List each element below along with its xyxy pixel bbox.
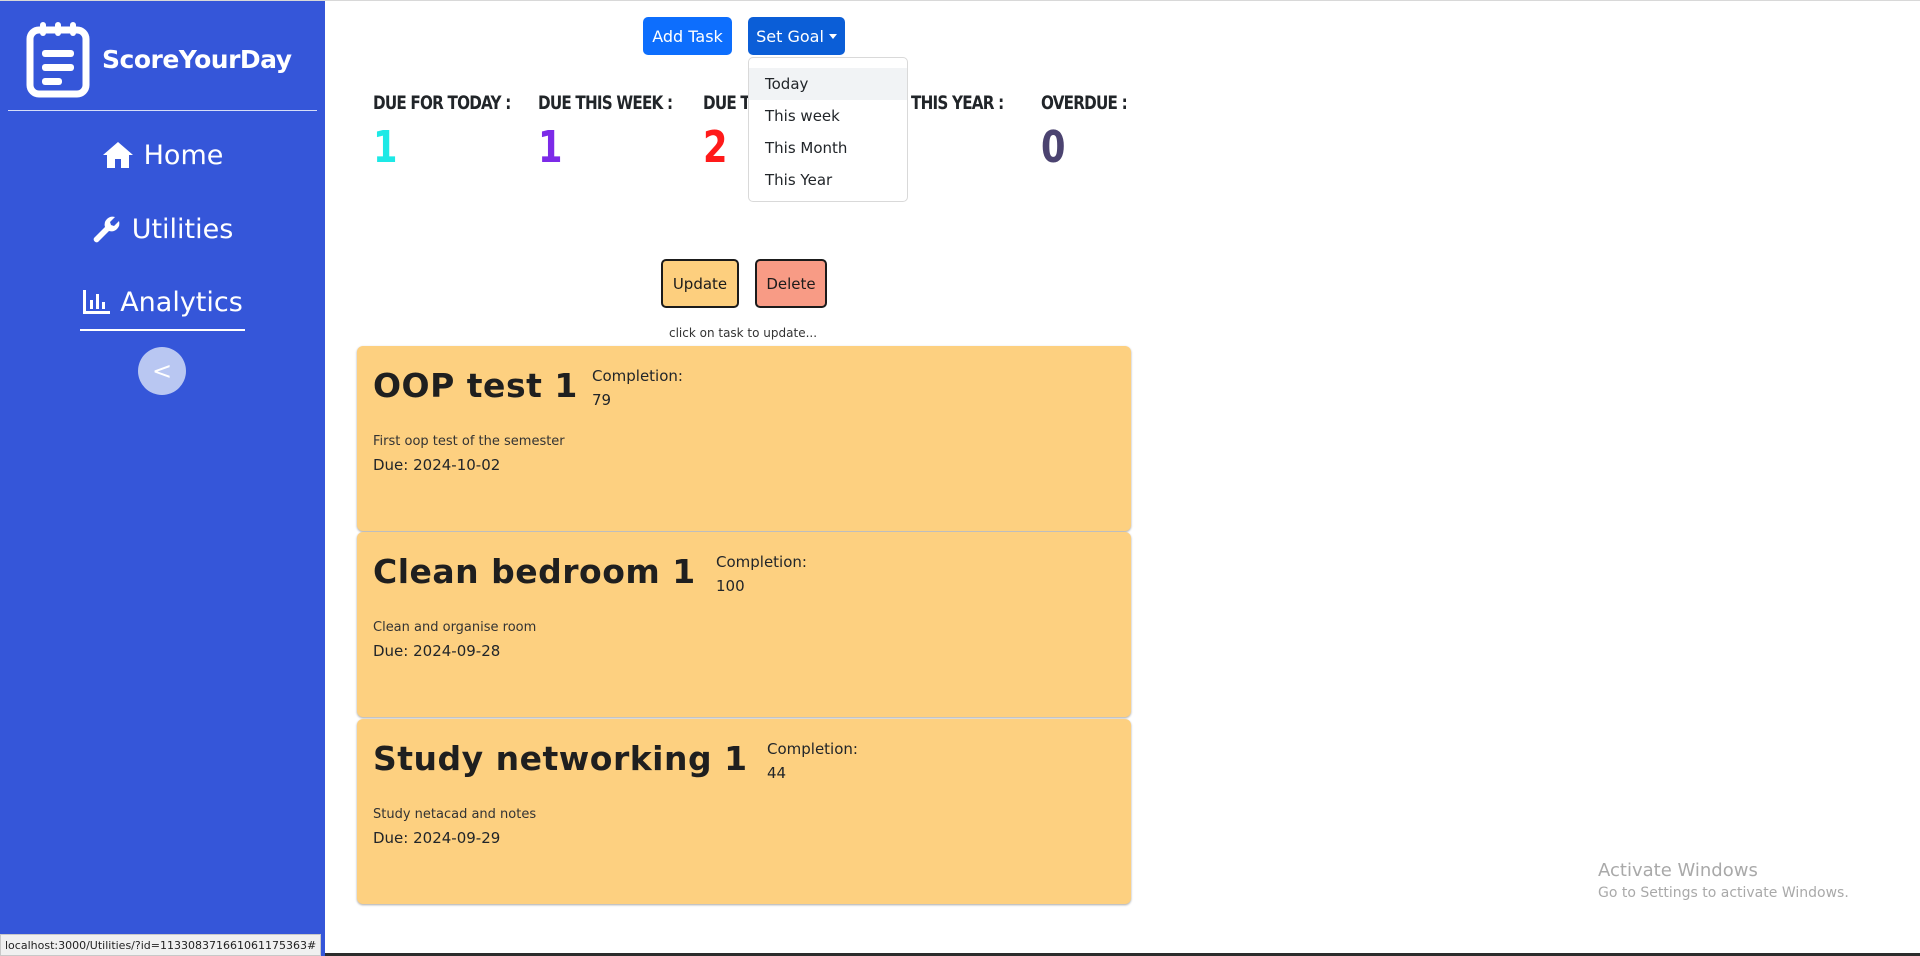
activate-windows-watermark: Activate Windows Go to Settings to activ…	[1598, 860, 1849, 901]
caret-down-icon	[828, 33, 837, 39]
task-due-date: Due: 2024-09-28	[373, 642, 501, 660]
bar-chart-icon	[83, 290, 111, 314]
sidebar-item-label: Home	[143, 139, 224, 171]
task-completion: Completion: 79	[592, 364, 683, 412]
home-icon	[102, 142, 133, 168]
set-goal-button[interactable]: Set Goal	[748, 17, 845, 55]
stat-value: 1	[373, 122, 398, 173]
dropdown-item-today[interactable]: Today	[749, 68, 907, 100]
stat-due-today: DUE FOR TODAY : 1	[373, 92, 545, 173]
set-goal-label: Set Goal	[756, 26, 824, 46]
stat-label: OVERDUE :	[1041, 92, 1128, 114]
brand-divider	[8, 110, 317, 111]
stat-label: THIS YEAR :	[911, 92, 1004, 114]
stat-label: DUE FOR TODAY :	[373, 92, 511, 114]
dropdown-item-this-year[interactable]: This Year	[749, 164, 907, 196]
completion-value: 79	[592, 391, 612, 409]
delete-button[interactable]: Delete	[755, 259, 827, 308]
status-bar-url: localhost:3000/Utilities/?id=11330837166…	[0, 934, 322, 956]
sidebar-item-label: Utilities	[131, 213, 234, 245]
completion-value: 44	[767, 764, 787, 782]
task-title: Study networking 1	[373, 739, 748, 778]
watermark-subtitle: Go to Settings to activate Windows.	[1598, 885, 1849, 901]
brand[interactable]: ScoreYourDay	[26, 19, 292, 99]
notepad-logo-icon	[26, 22, 90, 98]
task-description: Clean and organise room	[373, 620, 537, 635]
sidebar-item-utilities[interactable]: Utilities	[0, 209, 325, 249]
add-task-button[interactable]: Add Task	[643, 17, 732, 55]
task-title: Clean bedroom 1	[373, 552, 696, 591]
sidebar: ScoreYourDay Home Utilities Analytics <	[0, 1, 325, 956]
completion-label: Completion:	[767, 740, 858, 758]
stat-value: 0	[1041, 122, 1066, 173]
collapse-sidebar-button[interactable]: <	[138, 347, 186, 395]
stat-due-year: THIS YEAR :	[911, 92, 1027, 122]
task-completion: Completion: 100	[716, 550, 807, 598]
stat-due-week: DUE THIS WEEK : 1	[538, 92, 706, 173]
task-card[interactable]: Clean bedroom 1 Completion: 100 Clean an…	[357, 532, 1131, 717]
dropdown-item-this-month[interactable]: This Month	[749, 132, 907, 164]
update-hint: click on task to update...	[668, 326, 818, 340]
sidebar-item-analytics[interactable]: Analytics	[0, 282, 325, 322]
task-description: First oop test of the semester	[373, 434, 565, 449]
task-due-date: Due: 2024-10-02	[373, 456, 501, 474]
sidebar-item-label: Analytics	[120, 286, 243, 318]
watermark-title: Activate Windows	[1598, 860, 1758, 881]
active-nav-underline	[80, 329, 245, 331]
wrench-icon	[93, 216, 120, 243]
stat-value: 1	[538, 122, 563, 173]
task-due-date: Due: 2024-09-29	[373, 829, 501, 847]
completion-label: Completion:	[716, 553, 807, 571]
task-completion: Completion: 44	[767, 737, 858, 785]
goal-dropdown-menu: Today This week This Month This Year	[748, 57, 908, 202]
stat-overdue: OVERDUE : 0	[1041, 92, 1148, 173]
sidebar-item-home[interactable]: Home	[0, 135, 325, 175]
task-description: Study netacad and notes	[373, 807, 537, 822]
completion-value: 100	[716, 577, 745, 595]
task-title: OOP test 1	[373, 366, 578, 405]
stat-label: DUE THIS WEEK :	[538, 92, 673, 114]
app-name: ScoreYourDay	[102, 44, 292, 74]
completion-label: Completion:	[592, 367, 683, 385]
update-button[interactable]: Update	[661, 259, 739, 308]
dropdown-item-this-week[interactable]: This week	[749, 100, 907, 132]
task-card[interactable]: Study networking 1 Completion: 44 Study …	[357, 719, 1131, 904]
task-card[interactable]: OOP test 1 Completion: 79 First oop test…	[357, 346, 1131, 531]
